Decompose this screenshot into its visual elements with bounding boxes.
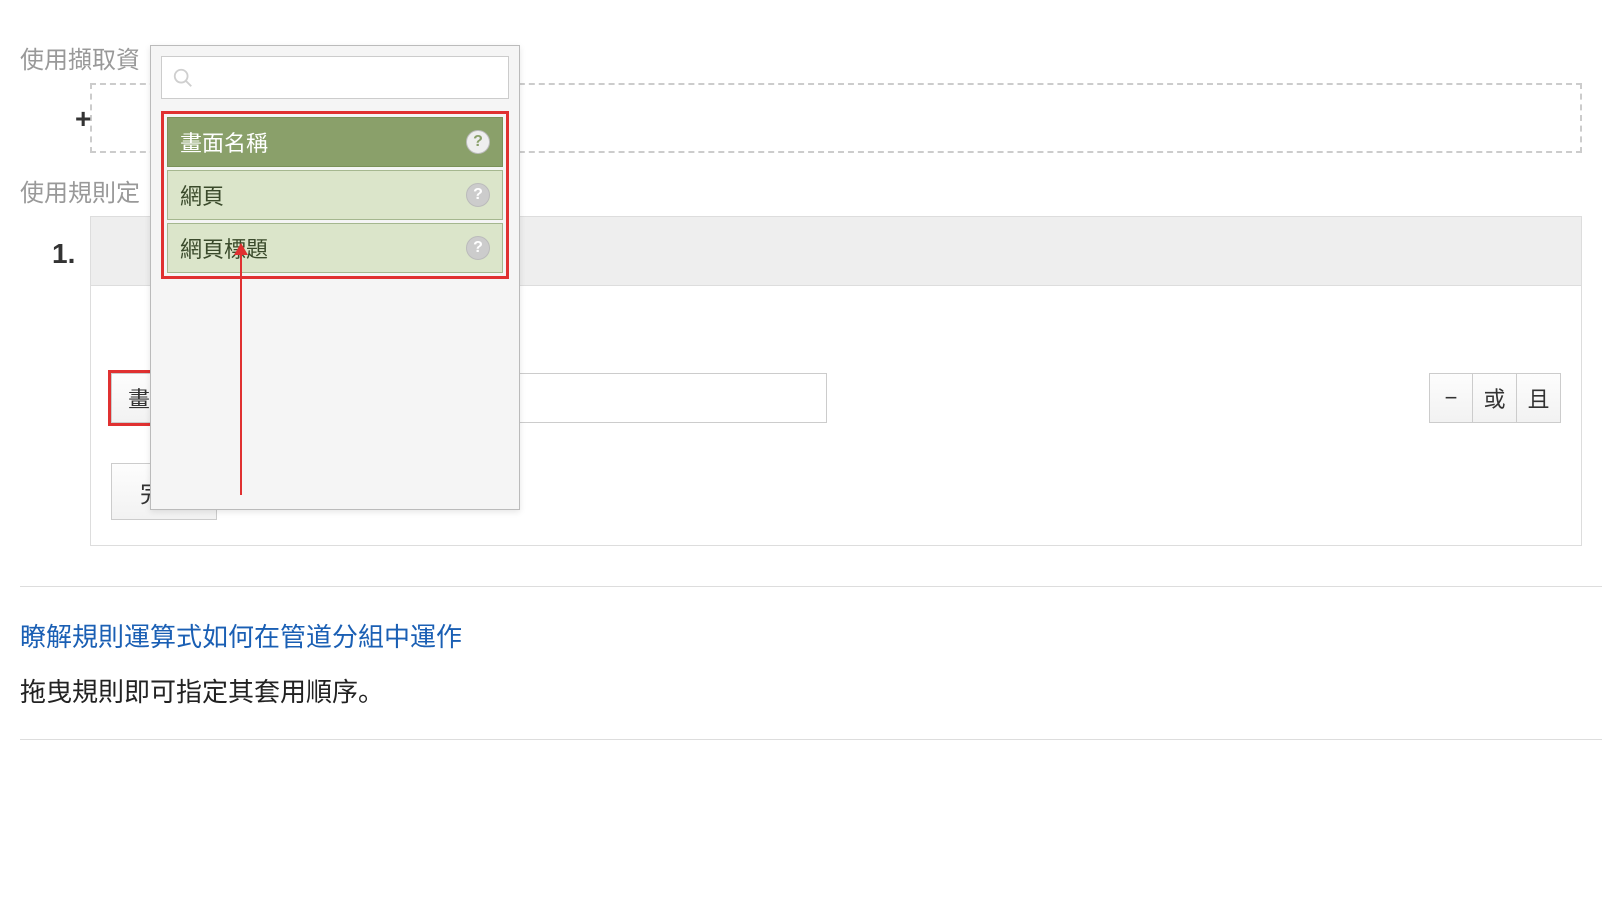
remove-condition-button[interactable]: − [1429,373,1473,423]
help-icon[interactable]: ? [466,130,490,154]
drag-hint-text: 拖曳規則即可指定其套用順序。 [20,672,1602,709]
dropdown-option-label: 網頁 [180,179,224,211]
and-button[interactable]: 且 [1517,373,1561,423]
learn-more-link[interactable]: 瞭解規則運算式如何在管道分組中運作 [20,617,1602,654]
annotation-arrow [240,245,242,495]
add-extract-button[interactable]: + [75,103,91,135]
help-icon[interactable]: ? [466,183,490,207]
dropdown-option-screen-name[interactable]: 畫面名稱 ? [167,117,503,167]
dropdown-option-page[interactable]: 網頁 ? [167,170,503,220]
dropdown-option-label: 網頁標題 [180,232,268,264]
search-icon [172,67,194,89]
dropdown-search[interactable] [161,56,509,99]
help-icon[interactable]: ? [466,236,490,260]
field-dropdown-popup: 畫面名稱 ? 網頁 ? 網頁標題 ? [150,45,520,510]
or-button[interactable]: 或 [1473,373,1517,423]
rule-number: 1. [52,238,75,270]
dropdown-search-input[interactable] [202,65,498,90]
dropdown-option-page-title[interactable]: 網頁標題 ? [167,223,503,273]
divider [20,739,1602,740]
dropdown-list-highlight: 畫面名稱 ? 網頁 ? 網頁標題 ? [161,111,509,279]
dropdown-option-label: 畫面名稱 [180,126,268,158]
